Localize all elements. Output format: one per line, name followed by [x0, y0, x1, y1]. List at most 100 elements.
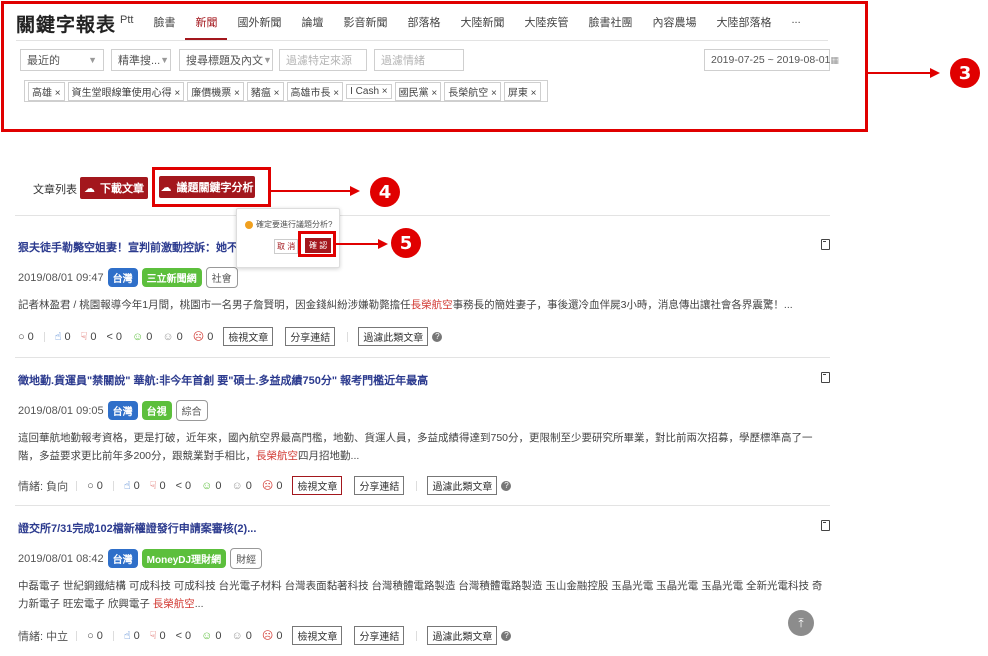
- positive-count: ☺ 0: [201, 479, 222, 492]
- share-count: <0: [175, 479, 192, 492]
- frown-icon: ☹: [192, 331, 205, 343]
- neutral-count: ☺ 0: [231, 629, 252, 642]
- document-icon[interactable]: [821, 520, 830, 531]
- article-excerpt: 這回華航地勤報考資格，更是打破，近年來，國內航空界最高門檻，地勤、貨運人員，多益…: [18, 432, 813, 462]
- dislike-count: ☟ 0: [149, 629, 166, 643]
- back-to-top-icon[interactable]: ⤒: [788, 610, 814, 636]
- divider: [112, 630, 114, 641]
- share-link-button[interactable]: 分享連結: [354, 476, 405, 495]
- region-badge: 台灣: [107, 549, 138, 568]
- thumbs-down-icon: ☟: [149, 630, 157, 642]
- view-article-button[interactable]: 檢視文章: [292, 626, 343, 645]
- divider: [76, 630, 78, 641]
- filter-similar-button[interactable]: 過濾此類文章: [358, 327, 429, 346]
- document-icon[interactable]: [821, 239, 830, 250]
- article-stats: 情緒: 負向 ○ 0 ☝ 0 ☟ 0 <0 ☺ 0 ☺ 0 ☹ 0 檢視文章 分享連結 過濾…: [18, 476, 512, 495]
- warning-icon: [245, 220, 253, 229]
- source-badge: 三立新聞網: [141, 268, 202, 287]
- download-articles-button[interactable]: ☁ 下載文章: [80, 177, 148, 199]
- comment-count: ○ 0: [87, 479, 103, 492]
- neutral-face-icon: ☺: [231, 479, 243, 492]
- thumbs-down-icon: ☟: [80, 331, 88, 343]
- article-stats: 情緒: 中立 ○ 0 ☝ 0 ☟ 0 <0 ☺ 0 ☺ 0 ☹ 0 檢視文章 分享連結 過濾…: [18, 626, 512, 645]
- share-count: <0: [106, 330, 122, 343]
- category-badge: 綜合: [175, 400, 208, 421]
- divider: [112, 480, 114, 491]
- smile-icon: ☺: [201, 629, 213, 642]
- thumbs-up-icon: ☝: [54, 331, 62, 343]
- negative-count: ☹ 0: [192, 330, 214, 344]
- divider: [416, 630, 418, 641]
- divider: [15, 357, 830, 358]
- article-excerpt: 記者林盈君 / 桃園報導今年1月間，桃園市一名男子詹賢明，因金錢糾紛涉嫌勒斃擔任…: [18, 299, 793, 311]
- divider: [416, 480, 418, 491]
- smile-icon: ☺: [201, 479, 213, 492]
- article-item: 證交所7/31完成102檔新權證發行申請案審核(2)... 2019/08/01…: [18, 520, 830, 650]
- share-link-button[interactable]: 分享連結: [285, 327, 336, 346]
- like-count: ☝ 0: [123, 479, 140, 493]
- smile-icon: ☺: [132, 330, 144, 343]
- help-icon[interactable]: ?: [432, 331, 443, 342]
- share-link-button[interactable]: 分享連結: [354, 626, 405, 645]
- share-count: <0: [175, 629, 192, 642]
- comment-count: ○ 0: [18, 330, 34, 343]
- category-badge: 財經: [230, 548, 263, 569]
- article-datetime: 2019/08/01 08:42: [18, 552, 104, 565]
- positive-count: ☺ 0: [201, 629, 222, 642]
- article-list-title: 文章列表: [33, 184, 77, 196]
- article-title[interactable]: 狠夫徒手勒斃空姐妻！宣判前激動控訴：她不讓我好: [18, 239, 271, 255]
- popover-question: 確定要進行議題分析?: [245, 219, 332, 230]
- annotation-arrow: [271, 190, 353, 192]
- divider: [43, 331, 45, 342]
- like-count: ☝ 0: [123, 629, 140, 643]
- article-item: 狠夫徒手勒斃空姐妻！宣判前激動控訴：她不讓我好 2019/08/01 09:47…: [18, 239, 830, 349]
- download-articles-label: 下載文章: [100, 183, 144, 195]
- filter-similar-button[interactable]: 過濾此類文章: [427, 476, 498, 495]
- source-badge: 台視: [141, 401, 172, 420]
- document-icon[interactable]: [821, 372, 830, 383]
- neutral-face-icon: ☺: [162, 330, 174, 343]
- source-badge: MoneyDJ理財網: [141, 549, 227, 568]
- sentiment-label: 情緒: 中立: [18, 630, 69, 643]
- annotation-arrowhead: [378, 239, 388, 249]
- divider: [347, 331, 349, 342]
- help-icon[interactable]: ?: [501, 630, 512, 641]
- annotation-step-5: 5: [391, 228, 421, 258]
- article-title[interactable]: 證交所7/31完成102檔新權證發行申請案審核(2)...: [18, 520, 256, 536]
- like-count: ☝ 0: [54, 330, 71, 344]
- circle-icon: ○: [87, 479, 94, 492]
- view-article-button[interactable]: 檢視文章: [292, 476, 343, 495]
- view-article-button[interactable]: 檢視文章: [223, 327, 274, 346]
- help-icon[interactable]: ?: [501, 480, 512, 491]
- share-icon: <: [175, 479, 182, 492]
- annotation-arrowhead: [930, 68, 940, 78]
- article-item: 徵地勤.貨運員"禁關說" 華航:非今年首創 要"碩士.多益成績750分" 報考門…: [18, 372, 830, 495]
- thumbs-up-icon: ☝: [123, 480, 131, 492]
- annotation-box-analysis: [152, 167, 271, 207]
- article-title[interactable]: 徵地勤.貨運員"禁關說" 華航:非今年首創 要"碩士.多益成績750分" 報考門…: [18, 372, 428, 388]
- negative-count: ☹ 0: [261, 479, 283, 493]
- divider: [15, 215, 830, 216]
- neutral-face-icon: ☺: [231, 629, 243, 642]
- share-icon: <: [106, 330, 113, 343]
- circle-icon: ○: [18, 330, 25, 343]
- article-stats: ○ 0 ☝ 0 ☟ 0 <0 ☺ 0 ☺ 0 ☹ 0 檢視文章 分享連結 過濾此類文章 ?: [18, 327, 443, 346]
- dislike-count: ☟ 0: [149, 479, 166, 493]
- share-icon: <: [175, 629, 182, 642]
- negative-count: ☹ 0: [261, 629, 283, 643]
- region-badge: 台灣: [107, 268, 138, 287]
- dislike-count: ☟ 0: [80, 330, 97, 344]
- thumbs-down-icon: ☟: [149, 480, 157, 492]
- article-excerpt: 中磊電子 世紀鋼鐵結構 可成科技 可成科技 台光電子材料 台灣表面黏著科技 台灣…: [18, 580, 823, 610]
- category-badge: 社會: [205, 267, 238, 288]
- article-meta: 2019/08/01 09:05 台灣 台視 綜合: [18, 400, 208, 421]
- filter-similar-button[interactable]: 過濾此類文章: [427, 626, 498, 645]
- article-datetime: 2019/08/01 09:47: [18, 271, 104, 284]
- annotation-arrow: [868, 72, 934, 74]
- cancel-button[interactable]: 取 消: [274, 239, 299, 254]
- circle-icon: ○: [87, 629, 94, 642]
- cloud-upload-icon: ☁: [84, 182, 95, 195]
- article-meta: 2019/08/01 09:47 台灣 三立新聞網 社會: [18, 267, 238, 288]
- comment-count: ○ 0: [87, 629, 103, 642]
- article-meta: 2019/08/01 08:42 台灣 MoneyDJ理財網 財經: [18, 548, 263, 569]
